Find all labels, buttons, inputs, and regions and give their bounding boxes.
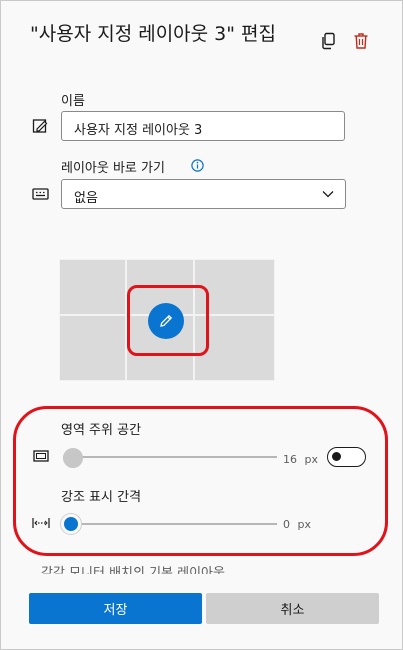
rename-icon xyxy=(31,117,49,135)
edit-layout-dialog: "사용자 지정 레이아웃 3" 편집 이름 사용자 지정 레이아웃 3 레이아웃… xyxy=(0,0,403,650)
partial-setting-text: 각각 모니터 배치의 기본 레이아웃 xyxy=(41,562,225,574)
annotation-highlight-ellipse xyxy=(13,406,388,556)
save-button[interactable]: 저장 xyxy=(29,593,202,624)
chevron-down-icon xyxy=(321,188,335,200)
layout-zone xyxy=(59,259,126,315)
name-input[interactable]: 사용자 지정 레이아웃 3 xyxy=(61,111,345,141)
shortcut-label: 레이아웃 바로 가기 xyxy=(61,161,165,176)
annotation-highlight-box xyxy=(127,285,209,356)
cancel-button[interactable]: 취소 xyxy=(206,593,379,624)
shortcut-select-value: 없음 xyxy=(74,191,98,206)
name-label: 이름 xyxy=(61,94,85,109)
dialog-title: "사용자 지정 레이아웃 3" 편집 xyxy=(30,23,277,45)
copy-icon[interactable] xyxy=(318,31,338,51)
layout-zone xyxy=(59,315,126,381)
info-icon[interactable] xyxy=(189,157,205,173)
keyboard-icon xyxy=(31,184,51,204)
partial-setting-label: 각각 모니터 배치의 기본 레이아웃 xyxy=(41,566,225,574)
delete-icon[interactable] xyxy=(351,31,371,51)
shortcut-select[interactable]: 없음 xyxy=(61,179,346,209)
